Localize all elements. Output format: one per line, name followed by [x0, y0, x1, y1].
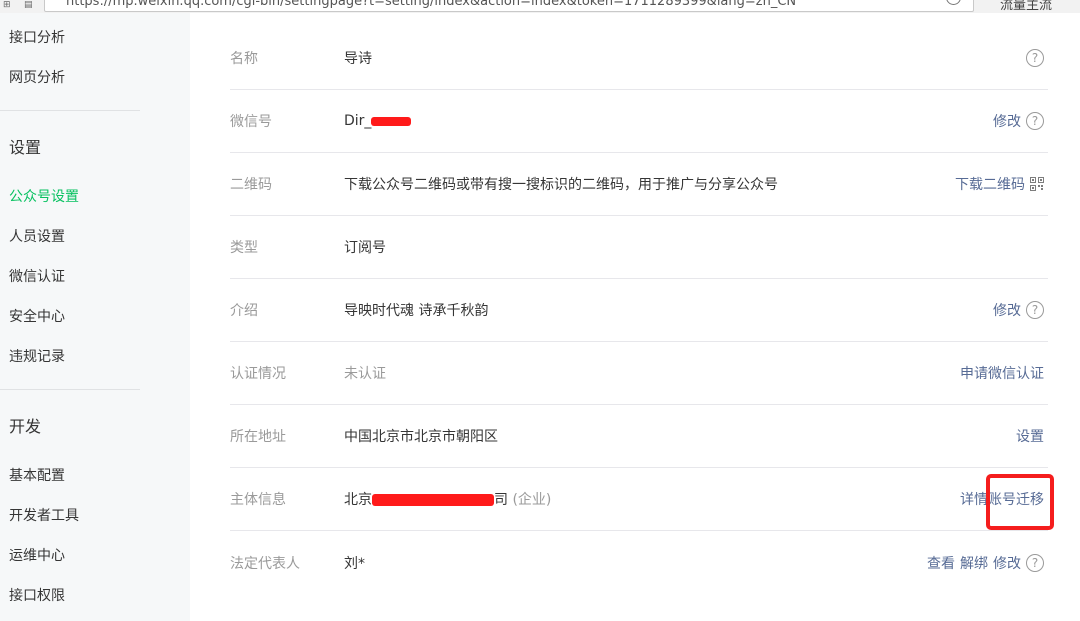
entity-prefix: 北京	[344, 492, 372, 508]
help-icon[interactable]: ?	[1026, 112, 1044, 130]
qrcode-description: 下载公众号二维码或带有搜一搜标识的二维码，用于推广与分享公众号	[344, 177, 778, 193]
entity-type-note: (企业)	[512, 492, 552, 508]
sidebar-item-account-settings[interactable]: 公众号设置	[9, 186, 79, 206]
url-text[interactable]: https://mp.weixin.qq.com/cgi-bin/setting…	[66, 0, 796, 9]
redaction-mark	[372, 494, 494, 506]
account-name-value: 导诗	[344, 51, 372, 67]
row-label: 主体信息	[230, 492, 286, 508]
sidebar-divider	[0, 389, 140, 390]
download-qrcode-link[interactable]: 下载二维码	[955, 174, 1025, 194]
row-type: 类型 订阅号	[230, 216, 1048, 279]
sidebar-item-staff-settings[interactable]: 人员设置	[9, 226, 65, 246]
edit-wechat-id-link[interactable]: 修改	[993, 111, 1021, 131]
edit-legal-rep-link[interactable]: 修改	[993, 553, 1021, 573]
page-icon: ▤	[24, 0, 33, 10]
help-icon[interactable]: ?	[1026, 49, 1044, 67]
entity-detail-link[interactable]: 详情	[960, 489, 988, 509]
row-qrcode: 二维码 下载公众号二维码或带有搜一搜标识的二维码，用于推广与分享公众号 下载二维…	[230, 153, 1048, 216]
row-entity: 主体信息 北京 司 (企业) 详情 账号迁移	[230, 468, 1048, 531]
row-address: 所在地址 中国北京市北京市朝阳区 设置	[230, 405, 1048, 468]
row-label: 二维码	[230, 177, 272, 193]
set-address-link[interactable]: 设置	[1016, 426, 1044, 446]
sidebar-item-wechat-verify[interactable]: 微信认证	[9, 266, 65, 286]
sidebar-heading-settings: 设置	[9, 138, 42, 157]
row-wechat-id: 微信号 Dir_ 修改 ?	[230, 90, 1048, 153]
legal-rep-value: 刘*	[344, 555, 365, 572]
sidebar-item-ops-center[interactable]: 运维中心	[9, 545, 65, 565]
wechat-id-text: Dir_	[344, 113, 372, 129]
entity-value: 北京 司 (企业)	[344, 489, 551, 509]
sidebar: 接口分析 网页分析 设置 公众号设置 人员设置 微信认证 安全中心 违规记录 开…	[0, 13, 190, 621]
browser-right-text[interactable]: 流量主流	[1000, 0, 1052, 13]
sidebar-item-interface-permissions[interactable]: 接口权限	[9, 585, 65, 605]
entity-suffix: 司	[494, 492, 508, 508]
intro-value: 导映时代魂 诗承千秋韵	[344, 303, 489, 319]
sidebar-item-interface-analysis[interactable]: 接口分析	[9, 27, 65, 47]
row-intro: 介绍 导映时代魂 诗承千秋韵 修改 ?	[230, 279, 1048, 342]
edit-intro-link[interactable]: 修改	[993, 300, 1021, 320]
unbind-legal-rep-link[interactable]: 解绑	[960, 553, 988, 573]
row-label: 类型	[230, 240, 258, 256]
redaction-mark	[371, 116, 412, 126]
sidebar-item-web-analysis[interactable]: 网页分析	[9, 67, 65, 87]
sidebar-item-dev-tools[interactable]: 开发者工具	[9, 505, 79, 525]
sidebar-item-violation-records[interactable]: 违规记录	[9, 346, 65, 366]
row-label: 微信号	[230, 114, 272, 130]
tab-icon: ⊞	[3, 0, 11, 10]
wechat-id-value: Dir_	[344, 113, 412, 129]
address-value: 中国北京市北京市朝阳区	[344, 429, 498, 445]
row-label: 介绍	[230, 303, 258, 319]
verification-status: 未认证	[344, 366, 386, 382]
account-type-value: 订阅号	[344, 240, 386, 256]
sidebar-heading-develop: 开发	[9, 417, 42, 436]
help-icon[interactable]: ?	[1026, 553, 1044, 572]
sidebar-item-basic-config[interactable]: 基本配置	[9, 465, 65, 485]
account-migration-link[interactable]: 账号迁移	[988, 489, 1044, 509]
apply-verification-link[interactable]: 申请微信认证	[960, 363, 1044, 383]
browser-address-bar: ⊞ ▤ https://mp.weixin.qq.com/cgi-bin/set…	[0, 0, 1080, 13]
row-legal-rep: 法定代表人 刘* 查看 解绑 修改 ?	[230, 531, 1048, 594]
qrcode-icon[interactable]	[1030, 177, 1044, 191]
row-label: 认证情况	[230, 366, 286, 382]
row-label: 名称	[230, 51, 258, 67]
sidebar-item-security-center[interactable]: 安全中心	[9, 306, 65, 326]
row-label: 所在地址	[230, 429, 286, 445]
sidebar-divider	[0, 110, 140, 111]
row-label: 法定代表人	[230, 555, 300, 572]
row-verification: 认证情况 未认证 申请微信认证	[230, 342, 1048, 405]
view-legal-rep-link[interactable]: 查看	[927, 553, 955, 573]
row-name: 名称 导诗 ?	[230, 27, 1048, 90]
help-icon[interactable]: ?	[1026, 301, 1044, 319]
